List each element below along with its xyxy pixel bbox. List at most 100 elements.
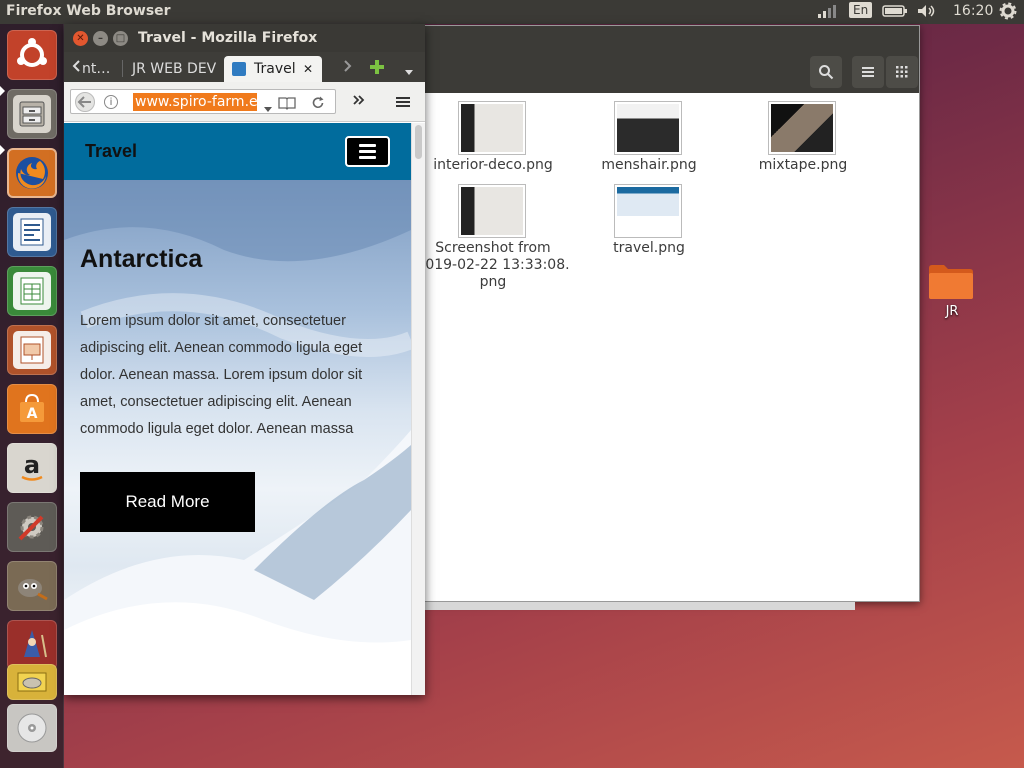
reload-button[interactable] — [311, 95, 325, 114]
cd-disc-icon — [13, 709, 51, 747]
ubuntu-dash-button[interactable] — [7, 30, 57, 80]
keyboard-layout-indicator[interactable]: En — [849, 2, 873, 18]
caret-down-icon — [405, 70, 413, 75]
window-titlebar[interactable]: ✕ – □ Travel - Mozilla Firefox — [64, 24, 425, 52]
grid-view-button[interactable] — [886, 56, 918, 88]
minimize-button[interactable]: – — [93, 31, 108, 46]
gear-icon[interactable] — [999, 2, 1017, 24]
file-thumbnail[interactable] — [614, 101, 682, 155]
navigation-toolbar: i www.spiro-farm.eu — [64, 82, 425, 122]
page-content: Travel Antarctica Lorem ipsum dolor sit … — [64, 123, 411, 695]
hero-body-text: Lorem ipsum dolor sit amet, consectetuer… — [80, 313, 363, 437]
info-icon[interactable]: i — [104, 95, 118, 109]
files-launcher-button[interactable] — [7, 89, 57, 139]
svg-text:a: a — [24, 451, 40, 479]
wizard-icon — [13, 626, 51, 664]
url-bar[interactable]: i www.spiro-farm.eu — [70, 89, 336, 114]
wizard-launcher-button[interactable] — [7, 620, 57, 670]
desktop-folder-label[interactable]: JR — [930, 304, 974, 319]
image-preview — [617, 187, 679, 235]
scrollbar-thumb[interactable] — [415, 125, 422, 159]
file-name[interactable]: mixtape.png — [725, 157, 881, 174]
volume-icon[interactable] — [916, 3, 938, 23]
file-name[interactable]: travel.png — [571, 240, 727, 257]
arrow-left-icon — [77, 96, 91, 108]
vertical-scrollbar[interactable] — [411, 123, 425, 695]
file-name[interactable]: menshair.png — [571, 157, 727, 174]
tab-scroll-right[interactable] — [343, 56, 353, 82]
file-name-line: 2019-02-22 13:33:08. — [416, 257, 570, 273]
folder-icon[interactable] — [928, 262, 974, 300]
firefox-launcher-button[interactable] — [7, 148, 57, 198]
file-name[interactable]: Screenshot from 2019-02-22 13:33:08. png — [415, 240, 571, 291]
search-icon — [819, 65, 834, 80]
tab-label: Travel — [254, 61, 296, 77]
amazon-launcher-button[interactable]: a — [7, 443, 57, 493]
file-thumbnail[interactable] — [614, 184, 682, 238]
hero-heading: Antarctica — [80, 245, 203, 273]
search-button[interactable] — [810, 56, 842, 88]
files-window: interior-deco.png menshair.png mixtape.p… — [416, 25, 920, 602]
favicon-icon — [232, 62, 246, 76]
chevron-left-icon — [72, 60, 80, 72]
shopping-bag-icon: A — [13, 390, 51, 428]
file-name-line: png — [479, 274, 507, 290]
tab-close-icon[interactable]: ✕ — [303, 56, 313, 82]
system-settings-button[interactable] — [7, 502, 57, 552]
gimp-icon — [13, 567, 51, 605]
file-name-line: Screenshot from — [435, 240, 551, 256]
firefox-window: ✕ – □ Travel - Mozilla Firefox nt… JR WE… — [64, 24, 425, 695]
optical-disc-launcher-button[interactable] — [7, 704, 57, 752]
site-menu-button[interactable] — [345, 136, 390, 167]
gimp-launcher-button[interactable] — [7, 561, 57, 611]
launcher: A a — [0, 24, 64, 768]
clock[interactable]: 16:20 — [953, 3, 993, 19]
image-preview — [617, 104, 679, 152]
file-thumbnail[interactable] — [768, 101, 836, 155]
tab-travel-active[interactable]: Travel ✕ — [224, 56, 322, 82]
plus-icon — [370, 60, 384, 74]
window-title: Travel - Mozilla Firefox — [138, 30, 318, 46]
reload-icon — [312, 96, 324, 109]
site-logo[interactable]: Travel — [85, 141, 137, 162]
file-thumbnail[interactable] — [458, 184, 526, 238]
amazon-icon: a — [13, 449, 51, 487]
back-button[interactable] — [75, 92, 95, 112]
image-preview — [461, 104, 523, 152]
hamburger-icon — [396, 97, 410, 107]
new-tab-button[interactable] — [369, 58, 385, 84]
battery-icon[interactable] — [882, 3, 908, 23]
files-toolbar — [421, 26, 919, 93]
tab-divider — [122, 60, 123, 77]
chevron-right-icon — [344, 60, 352, 72]
window-shadow-edge — [420, 602, 855, 610]
running-indicator — [0, 86, 5, 96]
close-button[interactable]: ✕ — [73, 31, 88, 46]
disks-launcher-button[interactable] — [7, 664, 57, 700]
hamburger-menu-button[interactable] — [395, 94, 411, 113]
site-header: Travel — [64, 123, 411, 180]
maximize-button[interactable]: □ — [113, 31, 128, 46]
writer-launcher-button[interactable] — [7, 207, 57, 257]
url-text[interactable]: www.spiro-farm.eu — [133, 93, 257, 111]
running-indicator — [0, 145, 5, 155]
url-dropdown[interactable] — [264, 98, 272, 117]
file-thumbnail[interactable] — [458, 101, 526, 155]
overflow-chevron-button[interactable] — [352, 92, 366, 111]
book-icon — [278, 97, 296, 110]
tab-scroll-left[interactable] — [71, 56, 81, 82]
software-center-button[interactable]: A — [7, 384, 57, 434]
calc-launcher-button[interactable] — [7, 266, 57, 316]
impress-launcher-button[interactable] — [7, 325, 57, 375]
tab-1[interactable]: nt… — [82, 56, 114, 82]
list-view-button[interactable] — [852, 56, 884, 88]
read-more-button[interactable]: Read More — [80, 472, 255, 532]
tab-jr-web-dev[interactable]: JR WEB DEV — [132, 56, 216, 82]
writer-document-icon — [13, 213, 51, 251]
network-icon[interactable] — [816, 3, 838, 23]
list-icon — [862, 67, 874, 77]
svg-text:A: A — [27, 406, 38, 422]
reader-view-button[interactable] — [278, 95, 296, 114]
file-name[interactable]: interior-deco.png — [415, 157, 571, 174]
ruler-disk-icon — [13, 668, 51, 696]
